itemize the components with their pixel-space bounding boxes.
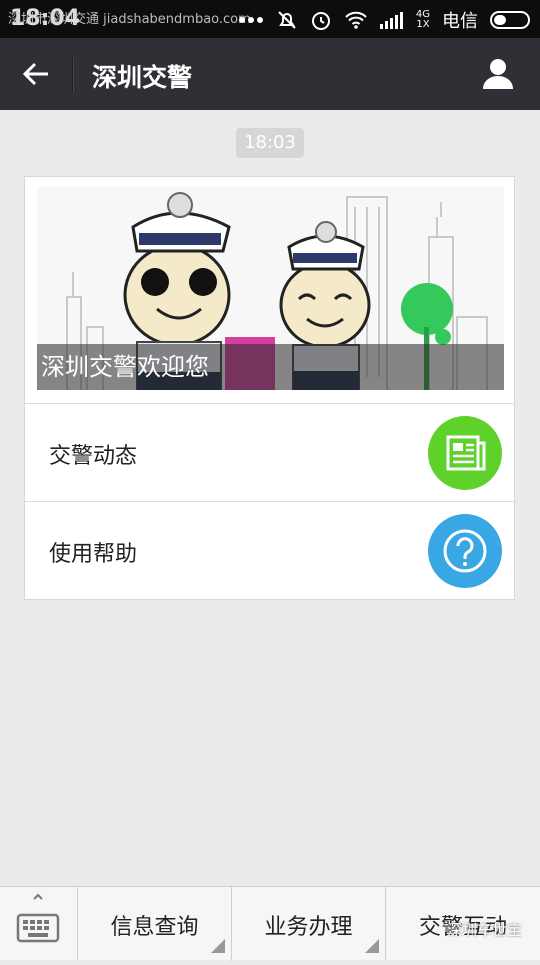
watermark-text: 深圳车世宝 [446,921,522,939]
page-title: 深圳交警 [92,63,193,92]
welcome-banner[interactable]: 深圳交警欢迎您 [37,187,504,390]
status-bar: 18:04 深圳市深圳交通 jiadshabendmbao.com 4G 1X … [0,0,540,38]
profile-button[interactable] [480,56,516,92]
menu-item-label: 交警动态 [49,444,138,469]
tab-label: 业务办理 [264,915,353,940]
status-icons: 4G 1X 电信 [238,7,530,33]
news-card: 深圳交警欢迎您 交警动态 使用帮助 [24,176,515,600]
alarm-icon [311,12,330,30]
battery-icon [490,11,530,29]
wifi-icon [345,11,367,29]
network-type: 4G 1X [415,9,430,30]
back-arrow-icon [22,62,48,86]
tab-label: 信息查询 [110,915,199,940]
tab-business[interactable]: 业务办理 [232,887,386,961]
submenu-indicator-icon [365,939,379,953]
menu-item-help[interactable]: 使用帮助 [25,501,514,600]
title-divider [72,58,74,92]
dots-icon [238,17,263,23]
watermark-text: 深圳市深圳交通 jiadshabendmbao.com [8,12,251,27]
bottom-menu-bar: 信息查询 业务办理 交警互动 深圳车世宝 [0,886,540,961]
keyboard-icon [16,893,60,943]
back-button[interactable] [18,56,54,92]
signal-icon [379,12,403,29]
submenu-indicator-icon [211,939,225,953]
message-timestamp: 18:03 [236,128,304,158]
person-icon [483,59,513,89]
tab-info-query[interactable]: 信息查询 [78,887,232,961]
title-bar: 深圳交警 [0,38,540,110]
news-icon [428,416,502,490]
keyboard-toggle-button[interactable] [0,887,78,961]
carrier-name: 电信 [442,11,478,32]
banner-caption: 深圳交警欢迎您 [37,344,504,390]
menu-item-traffic-news[interactable]: 交警动态 [25,403,514,502]
help-icon [428,514,502,588]
menu-item-label: 使用帮助 [49,542,138,567]
mute-icon [278,11,296,29]
